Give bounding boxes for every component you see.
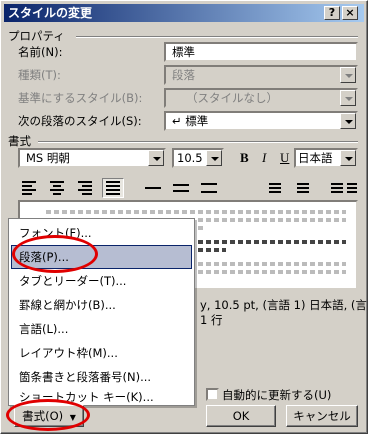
menu-item-numbering[interactable]: 箇条書きと段落番号(N)... <box>11 365 192 389</box>
language-select[interactable]: 日本語 <box>294 148 358 168</box>
base-style-label: 基準にするスタイル(B): <box>18 91 143 105</box>
ok-button[interactable]: OK <box>206 405 276 427</box>
align-right-icon[interactable] <box>74 178 96 198</box>
font-name-select[interactable]: MS 明朝 <box>18 148 166 168</box>
menu-item-tabs[interactable]: タブとリーダー(T)... <box>11 269 192 293</box>
space-before-icon[interactable] <box>264 178 286 198</box>
type-label: 種類(T): <box>18 68 61 82</box>
underline-button[interactable]: U <box>280 151 289 165</box>
chevron-down-icon <box>340 150 356 166</box>
highlight-ring-paragraph <box>12 235 98 273</box>
base-style-value: （スタイルなし） <box>186 91 278 105</box>
type-select[interactable]: 段落 <box>164 65 358 85</box>
chevron-down-icon <box>206 150 222 166</box>
name-label: 名前(N): <box>18 45 63 59</box>
language-value: 日本語 <box>298 151 333 165</box>
format-divider <box>38 141 358 143</box>
dialog-title: スタイルの変更 <box>8 6 93 20</box>
close-button[interactable]: × <box>342 6 358 20</box>
help-button[interactable]: ? <box>324 6 340 20</box>
next-style-select[interactable]: ↵ 標準 <box>164 111 358 131</box>
style-description-line-2: 1 行 <box>200 313 223 327</box>
menu-item-language[interactable]: 言語(L)... <box>11 317 192 341</box>
chevron-down-icon <box>340 113 356 129</box>
highlight-ring-format-button <box>6 399 90 431</box>
font-size-value: 10.5 <box>177 151 203 165</box>
increase-indent-icon[interactable] <box>344 178 360 198</box>
line-spacing-one-half-icon[interactable] <box>170 178 192 198</box>
chevron-down-icon <box>340 67 356 83</box>
line-spacing-double-icon[interactable] <box>198 178 220 198</box>
type-value: 段落 <box>172 68 195 82</box>
base-style-select[interactable]: （スタイルなし） <box>164 88 358 108</box>
italic-button[interactable]: I <box>262 151 266 165</box>
paragraph-mark-icon: ↵ <box>172 114 182 128</box>
align-center-icon[interactable] <box>46 178 68 198</box>
auto-update-checkbox[interactable] <box>206 388 219 401</box>
space-after-icon[interactable] <box>292 178 314 198</box>
style-description-line-1: y, 10.5 pt, (言語 1) 日本語, (言 <box>200 298 367 312</box>
line-spacing-single-icon[interactable] <box>142 178 164 198</box>
bold-button[interactable]: B <box>240 151 249 165</box>
format-section-label: 書式 <box>8 134 31 148</box>
font-name-value: MS 明朝 <box>26 151 70 165</box>
font-size-select[interactable]: 10.5 <box>172 148 224 168</box>
align-justify-icon[interactable] <box>102 178 124 198</box>
name-input[interactable]: 標準 <box>164 42 358 62</box>
menu-item-borders[interactable]: 罫線と網かけ(B)... <box>11 293 192 317</box>
next-style-label: 次の段落のスタイル(S): <box>18 114 142 128</box>
menu-item-frame[interactable]: レイアウト枠(M)... <box>11 341 192 365</box>
properties-section-label: プロパティ <box>8 29 65 43</box>
auto-update-label: 自動的に更新する(U) <box>222 388 332 402</box>
chevron-down-icon <box>148 150 164 166</box>
chevron-down-icon <box>340 90 356 106</box>
align-left-icon[interactable] <box>18 178 40 198</box>
properties-divider <box>76 36 358 38</box>
title-bar: スタイルの変更 ? × <box>4 4 364 22</box>
cancel-button[interactable]: キャンセル <box>286 405 358 427</box>
next-style-value: 標準 <box>185 114 209 128</box>
